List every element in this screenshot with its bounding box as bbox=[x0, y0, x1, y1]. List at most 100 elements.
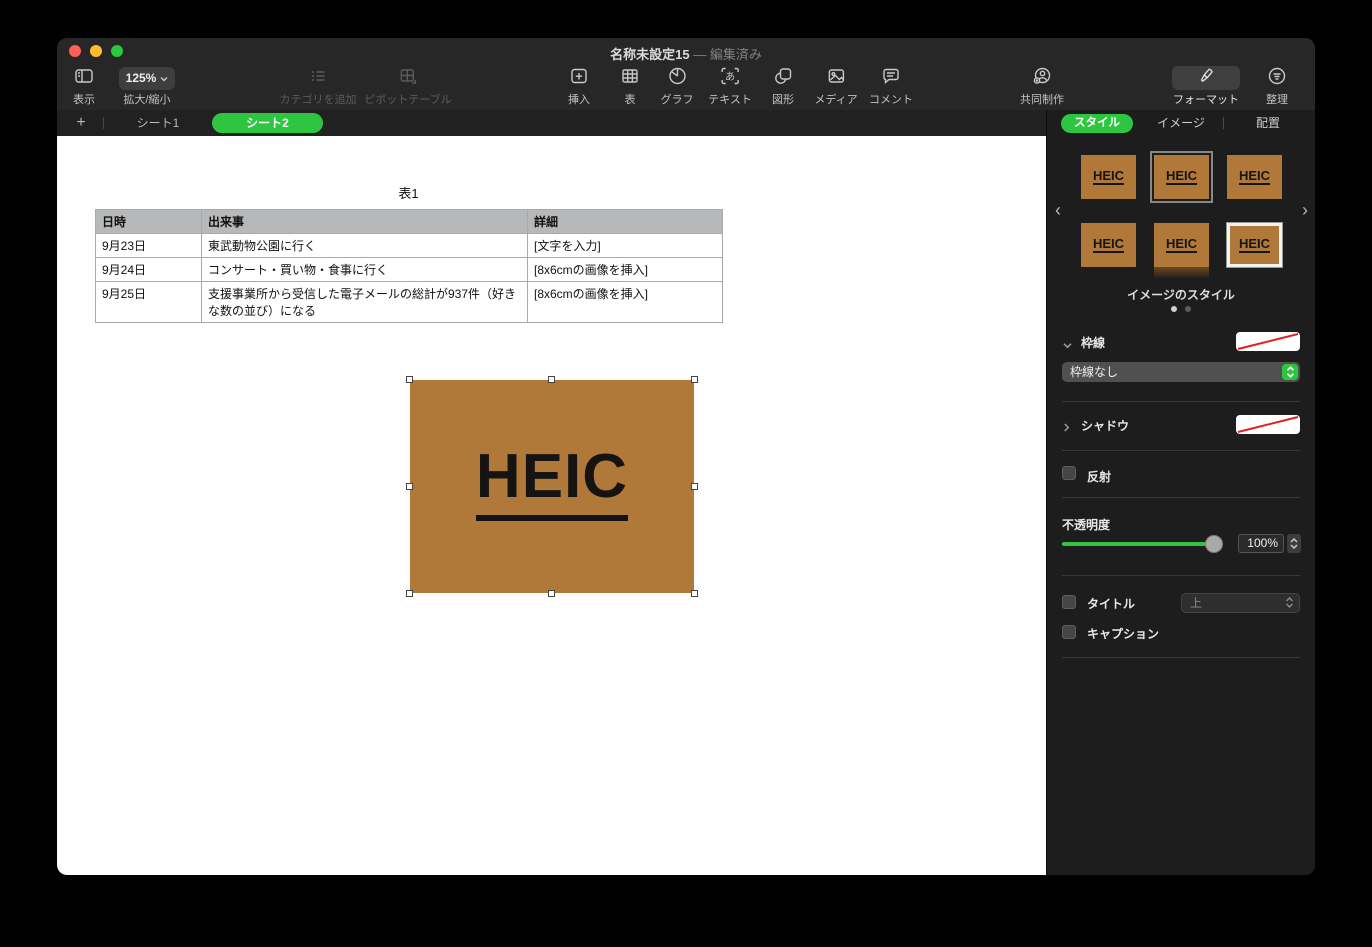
resize-handle-se[interactable] bbox=[691, 590, 698, 597]
document-title: 名称未設定15 — 編集済み bbox=[57, 44, 1315, 63]
pivot-table-button: ピボットテーブル bbox=[364, 66, 451, 107]
collaborate-person-icon bbox=[1031, 65, 1053, 92]
organize-button[interactable]: 整理 bbox=[1266, 66, 1288, 107]
shadow-section-header: シャドウ bbox=[1047, 415, 1315, 435]
toolbar: 表示 125% 拡大/縮小 カテゴリを追加 ピボット bbox=[57, 64, 1315, 110]
text-button[interactable]: あ テキスト bbox=[708, 66, 752, 107]
table-cell[interactable]: 支援事業所から受信した電子メールの総計が937件（好きな数の並び）になる bbox=[202, 282, 528, 323]
image-style-thumb-5-reflection[interactable]: HEIC bbox=[1154, 223, 1209, 267]
stepper-up-icon bbox=[1290, 538, 1298, 543]
chevron-down-icon bbox=[160, 71, 168, 85]
title-position-value: 上 bbox=[1190, 596, 1202, 610]
chevron-down-icon[interactable] bbox=[1063, 336, 1072, 354]
comment-button[interactable]: コメント bbox=[869, 66, 913, 107]
tab-arrange[interactable]: 配置 bbox=[1238, 110, 1298, 136]
comment-bubble-icon bbox=[880, 65, 902, 92]
tab-image[interactable]: イメージ bbox=[1151, 110, 1211, 136]
table-header-row: 日時 出来事 詳細 bbox=[96, 210, 723, 234]
table-row: 9月23日 東武動物公園に行く [文字を入力] bbox=[96, 234, 723, 258]
resize-handle-sw[interactable] bbox=[406, 590, 413, 597]
resize-handle-nw[interactable] bbox=[406, 376, 413, 383]
table-header-cell[interactable]: 詳細 bbox=[528, 210, 723, 234]
reflection-label: 反射 bbox=[1087, 468, 1111, 485]
caption-checkbox[interactable] bbox=[1062, 625, 1076, 639]
insert-button[interactable]: 表 挿入 bbox=[568, 66, 590, 107]
opacity-slider-fill bbox=[1062, 542, 1214, 546]
border-none-swatch[interactable] bbox=[1236, 332, 1300, 351]
resize-handle-ne[interactable] bbox=[691, 376, 698, 383]
image-style-thumb-4[interactable]: HEIC bbox=[1081, 223, 1136, 267]
resize-handle-w[interactable] bbox=[406, 483, 413, 490]
opacity-value-field[interactable]: 100% bbox=[1238, 534, 1284, 553]
border-style-dropdown[interactable]: 枠線なし bbox=[1062, 362, 1300, 382]
shape-button[interactable]: 図形 bbox=[772, 66, 794, 107]
table-cell[interactable]: 東武動物公園に行く bbox=[202, 234, 528, 258]
pager-dot[interactable] bbox=[1185, 306, 1191, 312]
opacity-stepper[interactable] bbox=[1287, 534, 1301, 553]
tab-style-active[interactable]: スタイル bbox=[1061, 114, 1133, 133]
table-button[interactable]: 表 bbox=[619, 66, 641, 107]
table-cell[interactable]: 9月24日 bbox=[96, 258, 202, 282]
table-cell[interactable]: [8x6cmの画像を挿入] bbox=[528, 258, 723, 282]
table-cell[interactable]: [8x6cmの画像を挿入] bbox=[528, 282, 723, 323]
resize-handle-n[interactable] bbox=[548, 376, 555, 383]
heic-placeholder-label: HEIC bbox=[476, 446, 628, 521]
sheet-tab-2-active[interactable]: シート2 bbox=[212, 113, 323, 133]
opacity-label: 不透明度 bbox=[1062, 516, 1110, 533]
opacity-slider[interactable] bbox=[1062, 542, 1223, 546]
table-row: 9月24日 コンサート・買い物・食事に行く [8x6cmの画像を挿入] bbox=[96, 258, 723, 282]
table-cell[interactable]: [文字を入力] bbox=[528, 234, 723, 258]
shadow-label: シャドウ bbox=[1081, 417, 1129, 434]
sheet-tab-1[interactable]: シート1 bbox=[127, 110, 189, 136]
table-cell[interactable]: コンサート・買い物・食事に行く bbox=[202, 258, 528, 282]
collaborate-button[interactable]: 共同制作 bbox=[1020, 66, 1064, 107]
table-cell[interactable]: 9月23日 bbox=[96, 234, 202, 258]
chevron-right-icon[interactable] bbox=[1063, 419, 1070, 437]
category-list-icon bbox=[307, 65, 329, 92]
chart-button[interactable]: グラフ bbox=[661, 66, 694, 107]
format-button-active-background bbox=[1172, 66, 1240, 90]
table-header-cell[interactable]: 日時 bbox=[96, 210, 202, 234]
carousel-next-arrow-icon[interactable]: › bbox=[1298, 200, 1312, 220]
pager-dot-active[interactable] bbox=[1171, 306, 1177, 312]
image-styles-label: イメージのスタイル bbox=[1047, 286, 1315, 303]
image-style-thumb-1[interactable]: HEIC bbox=[1081, 155, 1136, 199]
view-button[interactable]: 表示 bbox=[73, 66, 95, 107]
carousel-pager bbox=[1047, 306, 1315, 312]
image-style-thumb-6-framed[interactable]: HEIC bbox=[1227, 223, 1282, 267]
resize-handle-s[interactable] bbox=[548, 590, 555, 597]
text-box-icon: あ bbox=[717, 65, 743, 92]
title-checkbox[interactable] bbox=[1062, 595, 1076, 609]
media-button[interactable]: メディア bbox=[814, 66, 857, 107]
reflection-checkbox[interactable] bbox=[1062, 466, 1076, 480]
document-status: 編集済み bbox=[710, 47, 762, 62]
border-dropdown-value: 枠線なし bbox=[1070, 365, 1118, 379]
format-inspector-panel: スタイル イメージ 配置 HEIC HEIC HEIC HEIC HEIC HE… bbox=[1046, 110, 1315, 875]
opacity-slider-thumb[interactable] bbox=[1205, 535, 1223, 553]
resize-handle-e[interactable] bbox=[691, 483, 698, 490]
border-label: 枠線 bbox=[1081, 334, 1105, 351]
format-button[interactable]: フォーマット bbox=[1172, 66, 1240, 107]
title-separator: — bbox=[693, 47, 706, 62]
image-style-thumb-2-selected[interactable]: HEIC bbox=[1154, 155, 1209, 199]
selected-image[interactable]: HEIC bbox=[410, 380, 694, 593]
zoom-control[interactable]: 125% 拡大/縮小 bbox=[119, 66, 175, 107]
reflection-row: 反射 bbox=[1047, 466, 1315, 486]
media-image-icon bbox=[825, 65, 847, 92]
shadow-none-swatch[interactable] bbox=[1236, 415, 1300, 434]
opacity-header: 不透明度 bbox=[1047, 514, 1315, 534]
zoom-button[interactable]: 125% bbox=[119, 67, 175, 90]
table-cell[interactable]: 9月25日 bbox=[96, 282, 202, 323]
spreadsheet-canvas[interactable]: 表1 日時 出来事 詳細 9月23日 東武動物公園に行く [文字を入力] 9月2… bbox=[57, 136, 1046, 875]
image-style-thumb-3[interactable]: HEIC bbox=[1227, 155, 1282, 199]
shapes-icon bbox=[772, 65, 794, 92]
title-label: タイトル bbox=[1087, 595, 1135, 612]
carousel-prev-arrow-icon[interactable]: ‹ bbox=[1051, 200, 1065, 220]
inspector-tabs: スタイル イメージ 配置 bbox=[1047, 110, 1315, 136]
sheetbar-divider bbox=[103, 117, 104, 129]
sidebar-icon bbox=[73, 65, 95, 92]
table-header-cell[interactable]: 出来事 bbox=[202, 210, 528, 234]
data-table[interactable]: 日時 出来事 詳細 9月23日 東武動物公園に行く [文字を入力] 9月24日 … bbox=[95, 209, 723, 323]
section-divider bbox=[1062, 497, 1300, 498]
add-sheet-button[interactable]: + bbox=[71, 113, 91, 133]
